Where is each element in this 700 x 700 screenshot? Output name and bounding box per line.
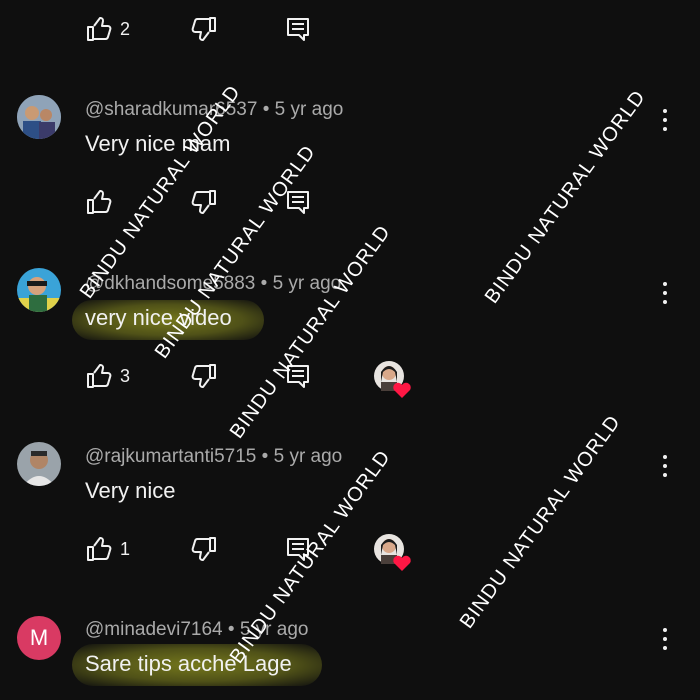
meta-separator: • <box>260 273 268 294</box>
heart-icon <box>393 382 411 398</box>
watermark: BINDU NATURAL WORLD <box>480 86 651 308</box>
heart-icon <box>393 555 411 571</box>
meta-separator: • <box>261 446 269 467</box>
more-vert-icon[interactable] <box>656 452 676 480</box>
creator-heart <box>373 533 411 571</box>
like-count: 2 <box>120 19 131 39</box>
more-vert-icon[interactable] <box>656 279 676 307</box>
watermark: BINDU NATURAL WORLD <box>455 411 626 633</box>
watermark: BINDU NATURAL WORLD <box>225 446 396 668</box>
dislike-icon[interactable] <box>190 535 218 563</box>
comment-age: 5 yr ago <box>274 99 344 120</box>
dislike-icon[interactable] <box>190 188 218 216</box>
comment-text: very nice video <box>85 305 232 330</box>
reply-icon[interactable] <box>284 15 312 43</box>
dislike-icon[interactable] <box>190 362 218 390</box>
avatar[interactable] <box>17 268 61 312</box>
meta-separator: • <box>262 99 270 120</box>
avatar[interactable] <box>17 442 61 486</box>
meta-separator: • <box>227 619 235 640</box>
creator-heart <box>373 360 411 398</box>
comment-text: Sare tips acche Lage <box>85 651 292 676</box>
like-count: 1 <box>120 539 131 559</box>
comment-handle[interactable]: @minadevi7164 <box>85 619 223 640</box>
comment-handle[interactable]: @rajkumartanti5715 <box>85 446 256 467</box>
like-count: 3 <box>120 366 131 386</box>
like-icon[interactable] <box>85 362 113 390</box>
comment-text: Very nice <box>85 478 176 503</box>
more-vert-icon[interactable] <box>656 106 676 134</box>
dislike-icon[interactable] <box>190 15 218 43</box>
like-icon[interactable] <box>85 188 113 216</box>
avatar-letter: M <box>29 625 49 650</box>
comment-age: 5 yr ago <box>273 446 343 467</box>
avatar[interactable]: M <box>17 616 61 660</box>
avatar[interactable] <box>17 95 61 139</box>
like-icon[interactable] <box>85 535 113 563</box>
like-icon[interactable] <box>85 15 113 43</box>
comment-meta: @rajkumartanti5715 • 5 yr ago <box>85 446 342 468</box>
more-vert-icon[interactable] <box>656 625 676 653</box>
